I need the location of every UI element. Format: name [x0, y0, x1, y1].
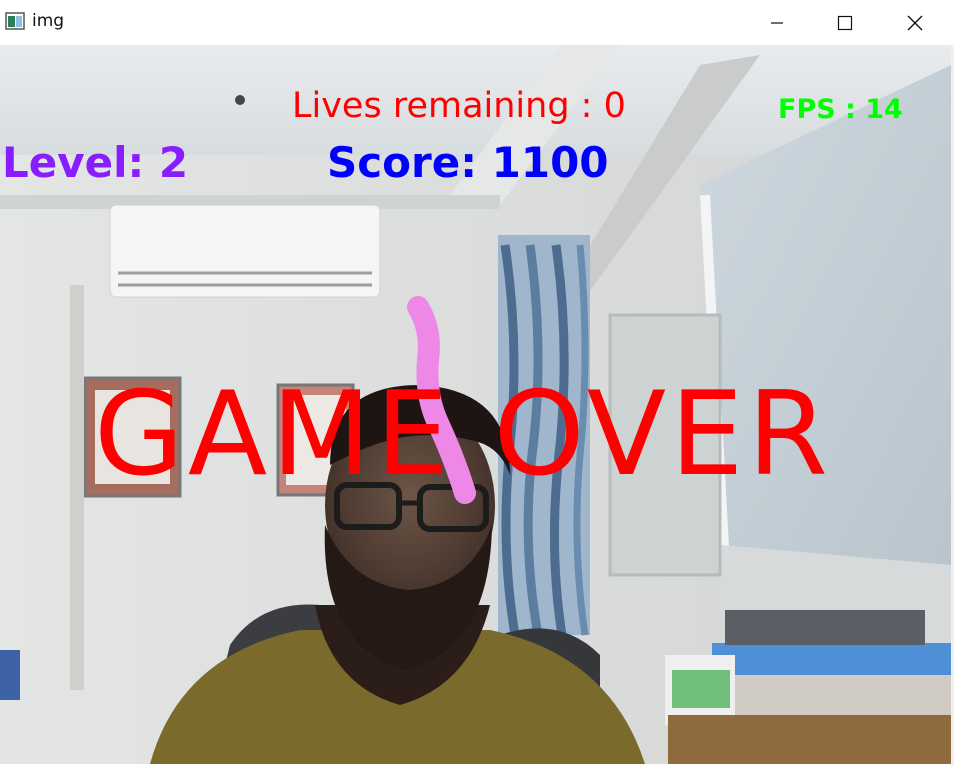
app-icon: [5, 12, 25, 30]
desk-left: [0, 690, 140, 764]
air-conditioner: [109, 204, 381, 298]
fps-counter: FPS : 14: [778, 94, 903, 125]
score-label: Score: 1100: [327, 138, 609, 187]
blue-box: [712, 643, 951, 679]
maximize-icon: [837, 15, 853, 30]
maximize-button[interactable]: [812, 0, 878, 45]
minimize-icon: [771, 21, 783, 24]
wooden-cabinet: [668, 715, 951, 764]
minimize-button[interactable]: [744, 0, 810, 45]
game-over-banner: GAME OVER: [94, 367, 833, 502]
door-frame: [70, 285, 84, 705]
close-icon: [907, 15, 923, 30]
window-title: img: [32, 11, 65, 31]
window-titlebar[interactable]: img: [0, 0, 954, 45]
equipment: [725, 610, 925, 645]
ceiling-light: [235, 95, 245, 105]
lives-remaining-label: Lives remaining : 0: [292, 86, 626, 126]
close-button[interactable]: [882, 0, 948, 45]
level-label: Level: 2: [2, 138, 189, 187]
